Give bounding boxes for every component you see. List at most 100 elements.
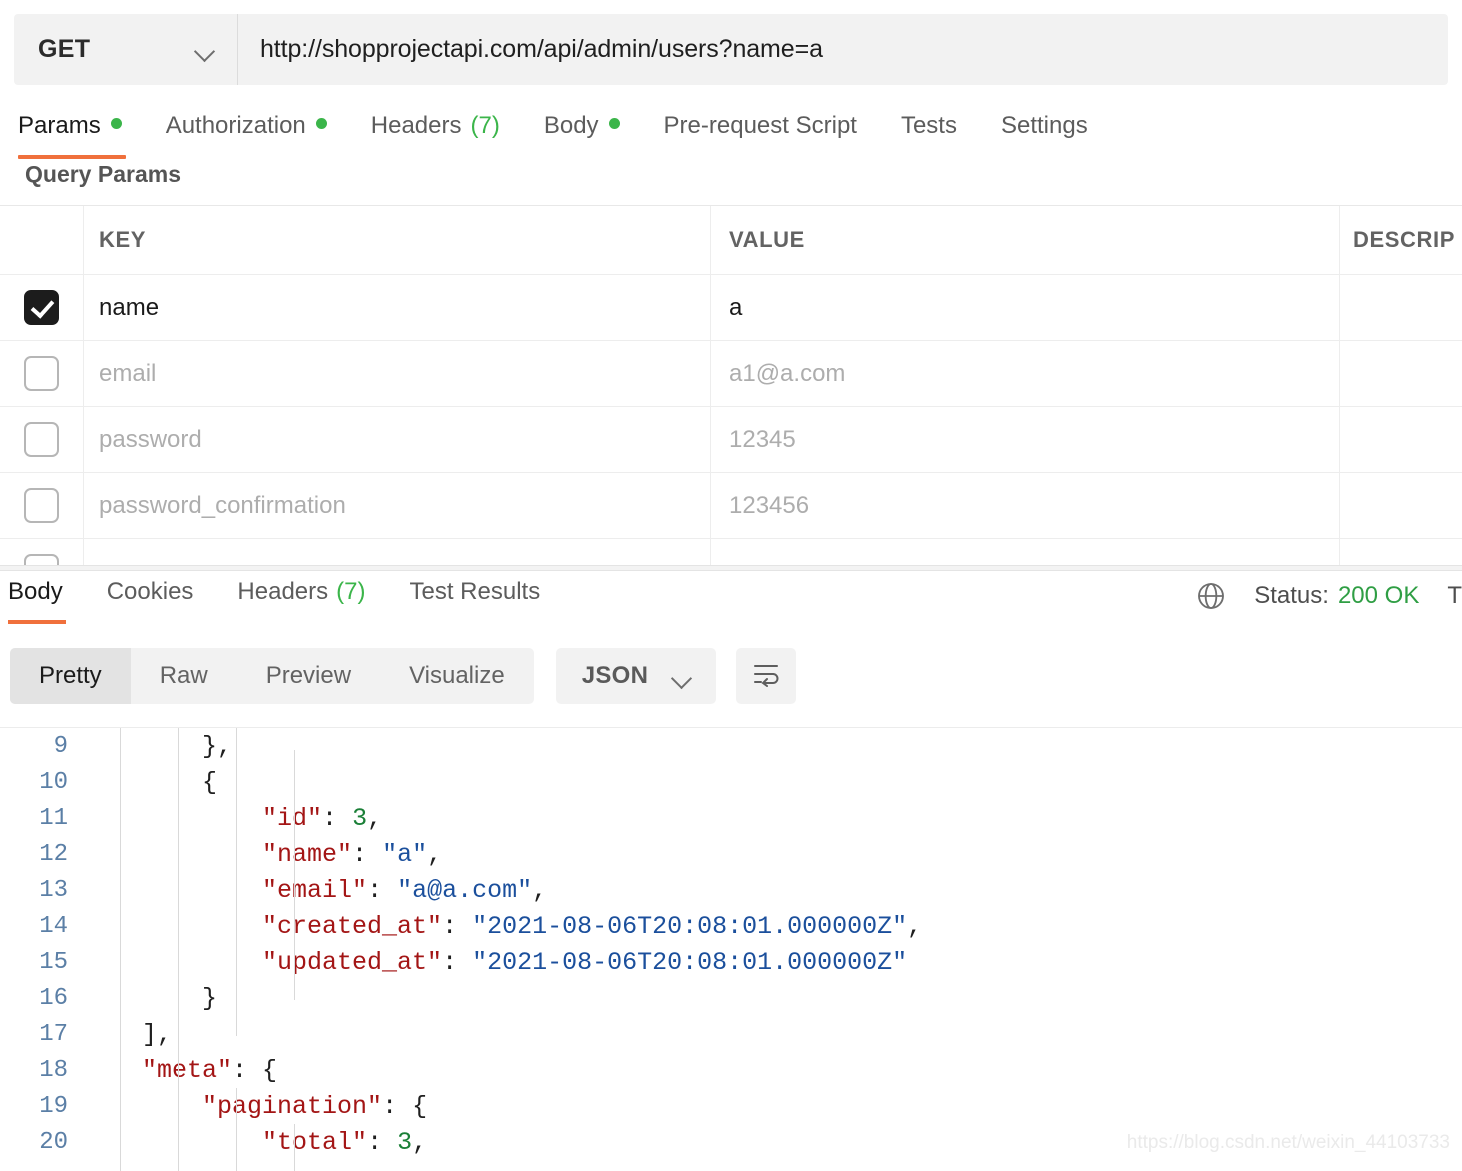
tab-response-body[interactable]: Body — [8, 578, 63, 606]
column-header-value: VALUE — [729, 227, 805, 252]
param-value[interactable]: a1@a.com — [729, 360, 845, 388]
code-token: , — [412, 1127, 428, 1157]
param-key[interactable]: password_confirmation — [99, 492, 346, 520]
param-enabled-checkbox[interactable] — [24, 488, 59, 523]
table-row: email a1@a.com — [0, 341, 1462, 407]
code-token: : — [442, 947, 473, 977]
code-token: "2021-08-06T20:08:01.000000Z" — [472, 947, 908, 977]
code-token: "pagination" — [202, 1091, 383, 1121]
param-value[interactable]: 123456 — [729, 492, 809, 520]
tab-response-headers[interactable]: Headers (7) — [237, 578, 365, 606]
response-body-code[interactable]: 9 }, 10 {11 "id": 3, 12 "name": "a", 13 "em… — [0, 727, 1462, 1171]
tab-pre-request-script[interactable]: Pre-request Script — [664, 112, 857, 150]
response-format-dropdown[interactable]: JSON — [555, 648, 717, 704]
response-format-label: JSON — [581, 662, 649, 689]
code-line-text: ], — [82, 1020, 172, 1049]
response-view-toolbar: Pretty Raw Preview Visualize JSON — [10, 648, 797, 704]
column-header-description: DESCRIP — [1353, 227, 1455, 252]
tab-body[interactable]: Body — [544, 112, 620, 150]
tab-settings-label: Settings — [1000, 112, 1088, 139]
code-line-text: }, — [82, 732, 232, 761]
code-token: "updated_at" — [262, 947, 443, 977]
tab-response-headers-count: (7) — [336, 578, 366, 605]
globe-icon — [1195, 580, 1227, 612]
code-line: 19 "pagination": { — [0, 1088, 1462, 1124]
tab-settings[interactable]: Settings — [1001, 112, 1088, 150]
code-line-number: 19 — [39, 1092, 68, 1120]
param-enabled-checkbox[interactable] — [24, 554, 59, 565]
code-line-text: "email": "a@a.com", — [82, 876, 547, 905]
chevron-down-icon — [672, 671, 692, 682]
tab-params[interactable]: Params — [18, 112, 122, 150]
status-label: Status: — [1254, 582, 1329, 609]
http-method-label: GET — [38, 35, 91, 63]
view-mode-visualize-label: Visualize — [409, 662, 505, 689]
http-method-dropdown[interactable]: GET — [14, 14, 238, 85]
code-token: 3 — [397, 1127, 413, 1157]
code-token: : — [322, 803, 353, 833]
code-line-number: 14 — [39, 912, 68, 940]
params-modified-dot-icon — [110, 118, 122, 129]
param-enabled-checkbox[interactable] — [24, 356, 59, 391]
word-wrap-button[interactable] — [736, 648, 797, 704]
table-row: password_confirmation 123456 — [0, 473, 1462, 539]
view-mode-raw-label: Raw — [159, 662, 208, 689]
param-value[interactable]: a — [729, 294, 742, 322]
row-checkbox-cell[interactable] — [0, 473, 84, 538]
row-checkbox-cell[interactable] — [0, 341, 84, 406]
param-key[interactable]: name — [99, 294, 159, 322]
tab-params-label: Params — [18, 112, 101, 139]
code-line: 12 "name": "a", — [0, 836, 1462, 872]
view-mode-pretty[interactable]: Pretty — [10, 648, 131, 704]
code-token: : { — [382, 1091, 428, 1121]
row-checkbox-cell[interactable] — [0, 275, 84, 340]
tab-authorization[interactable]: Authorization — [166, 112, 327, 150]
tab-tests[interactable]: Tests — [901, 112, 957, 150]
active-tab-indicator — [18, 155, 126, 159]
url-input[interactable]: http://shopprojectapi.com/api/admin/user… — [238, 14, 1448, 85]
code-line-text: "pagination": { — [82, 1092, 427, 1121]
param-value[interactable]: 12345 — [729, 426, 796, 454]
tab-headers-count: (7) — [470, 112, 500, 139]
row-checkbox-cell[interactable] — [0, 407, 84, 472]
code-token: "created_at" — [262, 911, 443, 941]
tab-test-results-label: Test Results — [409, 578, 541, 605]
code-token: , — [427, 839, 443, 869]
code-token: } — [202, 983, 218, 1013]
view-mode-visualize[interactable]: Visualize — [380, 648, 534, 704]
view-mode-raw[interactable]: Raw — [131, 648, 237, 704]
code-line-number: 16 — [39, 984, 68, 1012]
table-header-row: KEY VALUE DESCRIP — [0, 206, 1462, 275]
tab-body-label: Body — [543, 112, 599, 139]
code-token: : — [367, 875, 398, 905]
tab-response-headers-label: Headers — [237, 578, 329, 605]
code-token: "email" — [262, 875, 368, 905]
tab-headers[interactable]: Headers (7) — [371, 112, 500, 150]
code-line-text: } — [82, 984, 217, 1013]
param-enabled-checkbox[interactable] — [24, 290, 59, 325]
active-response-tab-indicator — [8, 620, 66, 624]
code-line-text: "name": "a", — [82, 840, 442, 869]
code-line-number: 12 — [39, 840, 68, 868]
code-line: 15 "updated_at": "2021-08-06T20:08:01.00… — [0, 944, 1462, 980]
code-line-number: 10 — [39, 768, 68, 796]
panel-splitter[interactable] — [0, 565, 1462, 571]
code-token: "id" — [262, 803, 323, 833]
view-mode-preview[interactable]: Preview — [237, 648, 380, 704]
tab-response-cookies[interactable]: Cookies — [107, 578, 194, 606]
code-line-number: 18 — [39, 1056, 68, 1084]
table-row: password 12345 — [0, 407, 1462, 473]
param-enabled-checkbox[interactable] — [24, 422, 59, 457]
code-token: "2021-08-06T20:08:01.000000Z" — [472, 911, 908, 941]
table-row: name a — [0, 275, 1462, 341]
tab-test-results[interactable]: Test Results — [409, 578, 540, 606]
param-key[interactable]: email — [99, 360, 156, 388]
body-modified-dot-icon — [608, 118, 620, 129]
code-token: "total" — [262, 1127, 368, 1157]
param-key[interactable]: password — [99, 426, 202, 454]
tab-authorization-label: Authorization — [165, 112, 306, 139]
code-token: 3 — [352, 803, 368, 833]
row-checkbox-cell[interactable] — [0, 539, 84, 565]
code-line-number: 17 — [39, 1020, 68, 1048]
tab-headers-label: Headers — [370, 112, 462, 139]
